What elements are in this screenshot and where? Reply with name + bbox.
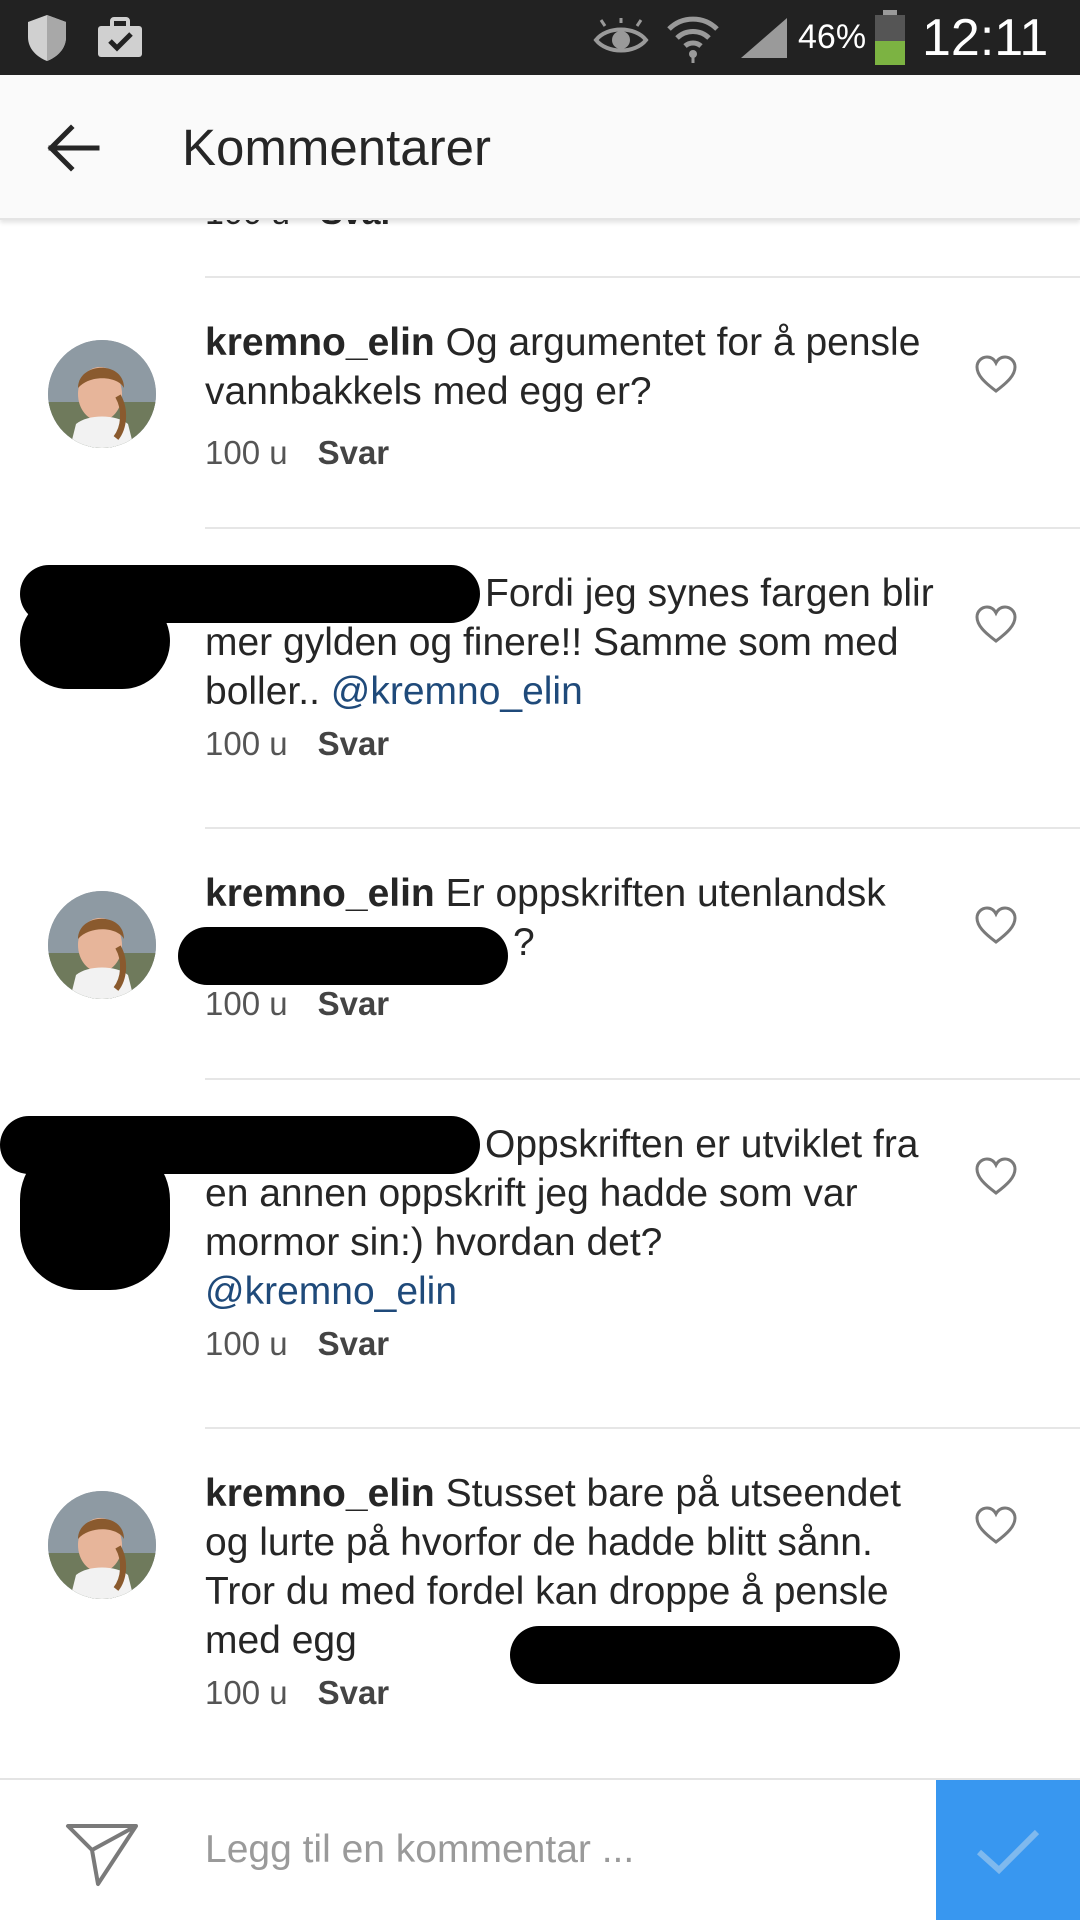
comment-meta: 100 u Svar (205, 1674, 389, 1712)
comment-body: Oppskriften er utviklet fra en annen opp… (205, 1123, 919, 1264)
battery-percent: 46% (798, 18, 867, 56)
comment-time: 100 u (205, 985, 288, 1022)
comment-time: 100 u (205, 220, 290, 233)
comment-list[interactable]: 100 u Svar kremno_elin Og argumentet for… (0, 220, 1080, 1778)
comment-username[interactable]: kremno_elin (205, 1472, 435, 1515)
comment-username[interactable]: kremno_elin (205, 321, 435, 364)
avatar[interactable] (48, 1491, 156, 1599)
heart-icon[interactable] (974, 1505, 1018, 1545)
mention-link[interactable]: @kremno_elin (331, 670, 583, 713)
comment-time: 100 u (205, 434, 288, 471)
divider (205, 276, 1080, 278)
comment-meta: 100 u Svar (205, 1325, 389, 1363)
comment-body: Er oppskriften utenlandsk (445, 872, 886, 915)
checkmark-icon (976, 1829, 1040, 1875)
signal-icon (738, 0, 790, 75)
comment-text: Fordi jeg synes fargen blir mer gylden o… (205, 569, 940, 716)
comment-meta: 100 u Svar (205, 725, 389, 763)
comment-time: 100 u (205, 1325, 288, 1362)
heart-icon[interactable] (974, 1156, 1018, 1196)
comment-body-end: ? (513, 921, 535, 964)
heart-icon[interactable] (974, 604, 1018, 644)
reply-button[interactable]: Svar (318, 985, 390, 1023)
reply-button[interactable]: Svar (318, 1325, 390, 1363)
avatar[interactable] (48, 340, 156, 448)
avatar[interactable] (48, 891, 156, 999)
paper-plane-icon[interactable] (62, 1812, 142, 1892)
comment-time: 100 u (205, 725, 288, 762)
heart-icon[interactable] (974, 905, 1018, 945)
comment-input[interactable] (205, 1780, 925, 1920)
back-button[interactable] (30, 112, 116, 184)
briefcase-check-icon (94, 0, 146, 75)
status-bar: 46% 12:11 (0, 0, 1080, 75)
wifi-icon (664, 0, 722, 75)
redaction (20, 593, 170, 689)
comment-composer (0, 1778, 1080, 1920)
reply-button[interactable]: Svar (318, 1674, 390, 1712)
page-title: Kommentarer (182, 119, 491, 176)
comment-meta: 100 u Svar (205, 985, 389, 1023)
comment-text: kremno_elin Og argumentet for å pensle v… (205, 318, 940, 416)
comment-time: 100 u (205, 1674, 288, 1711)
redaction (510, 1626, 900, 1684)
divider (205, 1078, 1080, 1080)
submit-button[interactable] (936, 1780, 1080, 1920)
mention-link[interactable]: @kremno_elin (205, 1267, 457, 1316)
shield-icon (22, 0, 72, 75)
comment-meta: 100 u Svar (205, 434, 389, 472)
divider (205, 1427, 1080, 1429)
reply-button[interactable]: Svar (318, 725, 390, 763)
eye-icon (592, 0, 650, 75)
heart-icon[interactable] (974, 354, 1018, 394)
clock: 12:11 (922, 8, 1049, 67)
app-bar: Kommentarer (0, 75, 1080, 220)
partial-comment-meta: 100 u Svar (205, 220, 394, 233)
comment-username[interactable]: kremno_elin (205, 872, 435, 915)
redaction (20, 1140, 170, 1290)
reply-button[interactable]: Svar (320, 220, 394, 233)
redaction (178, 927, 508, 985)
comment-text: Oppskriften er utviklet fra en annen opp… (205, 1120, 940, 1316)
divider (205, 827, 1080, 829)
arrow-left-icon (47, 124, 100, 172)
reply-button[interactable]: Svar (318, 434, 390, 472)
divider (205, 527, 1080, 529)
battery-icon (872, 0, 908, 75)
